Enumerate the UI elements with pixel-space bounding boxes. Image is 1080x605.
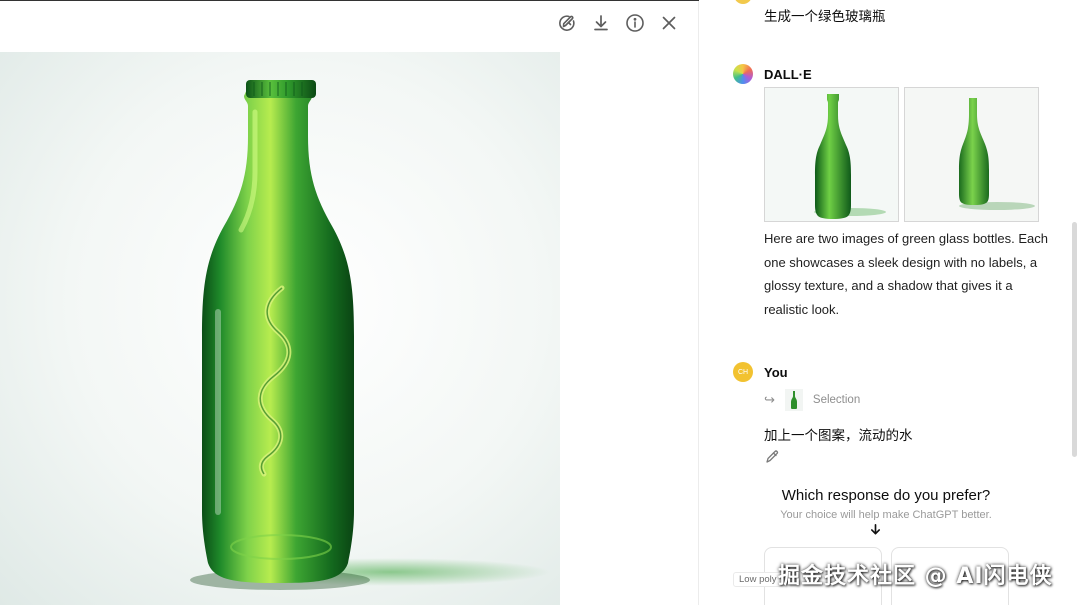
thumbnail-1[interactable] bbox=[764, 87, 899, 222]
dalle-avatar bbox=[733, 64, 753, 84]
info-icon[interactable] bbox=[624, 12, 646, 34]
preference-subtitle: Your choice will help make ChatGPT bette… bbox=[780, 509, 992, 521]
top-divider bbox=[0, 0, 699, 1]
user-avatar: CH bbox=[733, 362, 753, 382]
scroll-down-button[interactable] bbox=[866, 520, 884, 538]
generated-thumbnails bbox=[764, 87, 1039, 222]
assistant-header: DALL·E bbox=[733, 64, 812, 84]
user-message: 加上一个图案，流动的水 bbox=[764, 428, 913, 444]
chat-scrollbar[interactable] bbox=[1072, 222, 1077, 457]
assistant-name: DALL·E bbox=[764, 66, 812, 82]
edit-message-icon[interactable] bbox=[764, 449, 780, 465]
download-icon[interactable] bbox=[590, 12, 612, 34]
selection-label: Selection bbox=[812, 394, 861, 406]
arrow-down-icon bbox=[870, 523, 880, 535]
thumbnail-2[interactable] bbox=[904, 87, 1039, 222]
watermark: 掘金技术社区 @ AI闪电侠 bbox=[778, 564, 1053, 589]
close-icon[interactable] bbox=[658, 12, 680, 34]
image-viewer bbox=[0, 0, 699, 605]
generated-image[interactable] bbox=[0, 52, 560, 605]
viewer-toolbar bbox=[556, 12, 680, 34]
selection-thumbnail bbox=[784, 389, 803, 411]
tooltip-chip: Low poly bbox=[733, 572, 783, 587]
selection-reference[interactable]: ↪ Selection bbox=[764, 389, 860, 411]
user-header: CH You bbox=[733, 362, 788, 382]
user-name: You bbox=[764, 364, 788, 380]
green-bottle-illustration bbox=[190, 80, 550, 590]
preference-title: Which response do you prefer? bbox=[781, 487, 991, 504]
assistant-reply: Here are two images of green glass bottl… bbox=[764, 231, 1048, 318]
reply-arrow-icon: ↪ bbox=[764, 392, 775, 407]
edit-image-icon[interactable] bbox=[556, 12, 578, 34]
previous-user-message: 生成一个绿色玻璃瓶 bbox=[764, 9, 886, 25]
